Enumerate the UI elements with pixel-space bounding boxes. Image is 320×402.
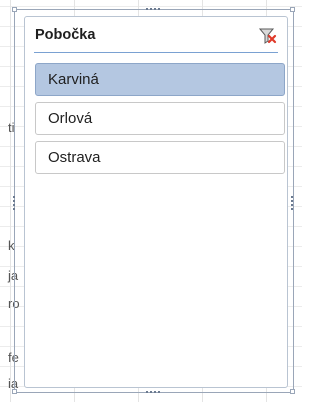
resize-handle-top[interactable] <box>146 8 160 11</box>
resize-handle-bottom-right[interactable] <box>290 389 295 394</box>
resize-handle-top-right[interactable] <box>290 7 295 12</box>
resize-handle-bottom[interactable] <box>146 391 160 394</box>
slicer-title: Pobočka <box>35 27 96 43</box>
slicer-item-label: Orlová <box>48 110 93 127</box>
resize-handle-left[interactable] <box>13 196 16 210</box>
resize-handle-top-left[interactable] <box>12 7 17 12</box>
resize-handle-bottom-left[interactable] <box>12 389 17 394</box>
slicer-item-ostrava[interactable]: Ostrava <box>35 141 285 174</box>
slicer-item-label: Ostrava <box>48 149 101 166</box>
slicer-panel: Pobočka Karviná Orlová Ostrava <box>24 16 288 388</box>
slicer-item-label: Karviná <box>48 71 99 88</box>
slicer-item-orlova[interactable]: Orlová <box>35 102 285 135</box>
slicer-item-list: Karviná Orlová Ostrava <box>35 63 285 174</box>
header-divider <box>34 52 278 53</box>
resize-handle-right[interactable] <box>291 196 294 210</box>
filter-clear-icon[interactable] <box>258 27 277 45</box>
slicer-item-karvina[interactable]: Karviná <box>35 63 285 96</box>
slicer-header: Pobočka <box>25 17 287 55</box>
